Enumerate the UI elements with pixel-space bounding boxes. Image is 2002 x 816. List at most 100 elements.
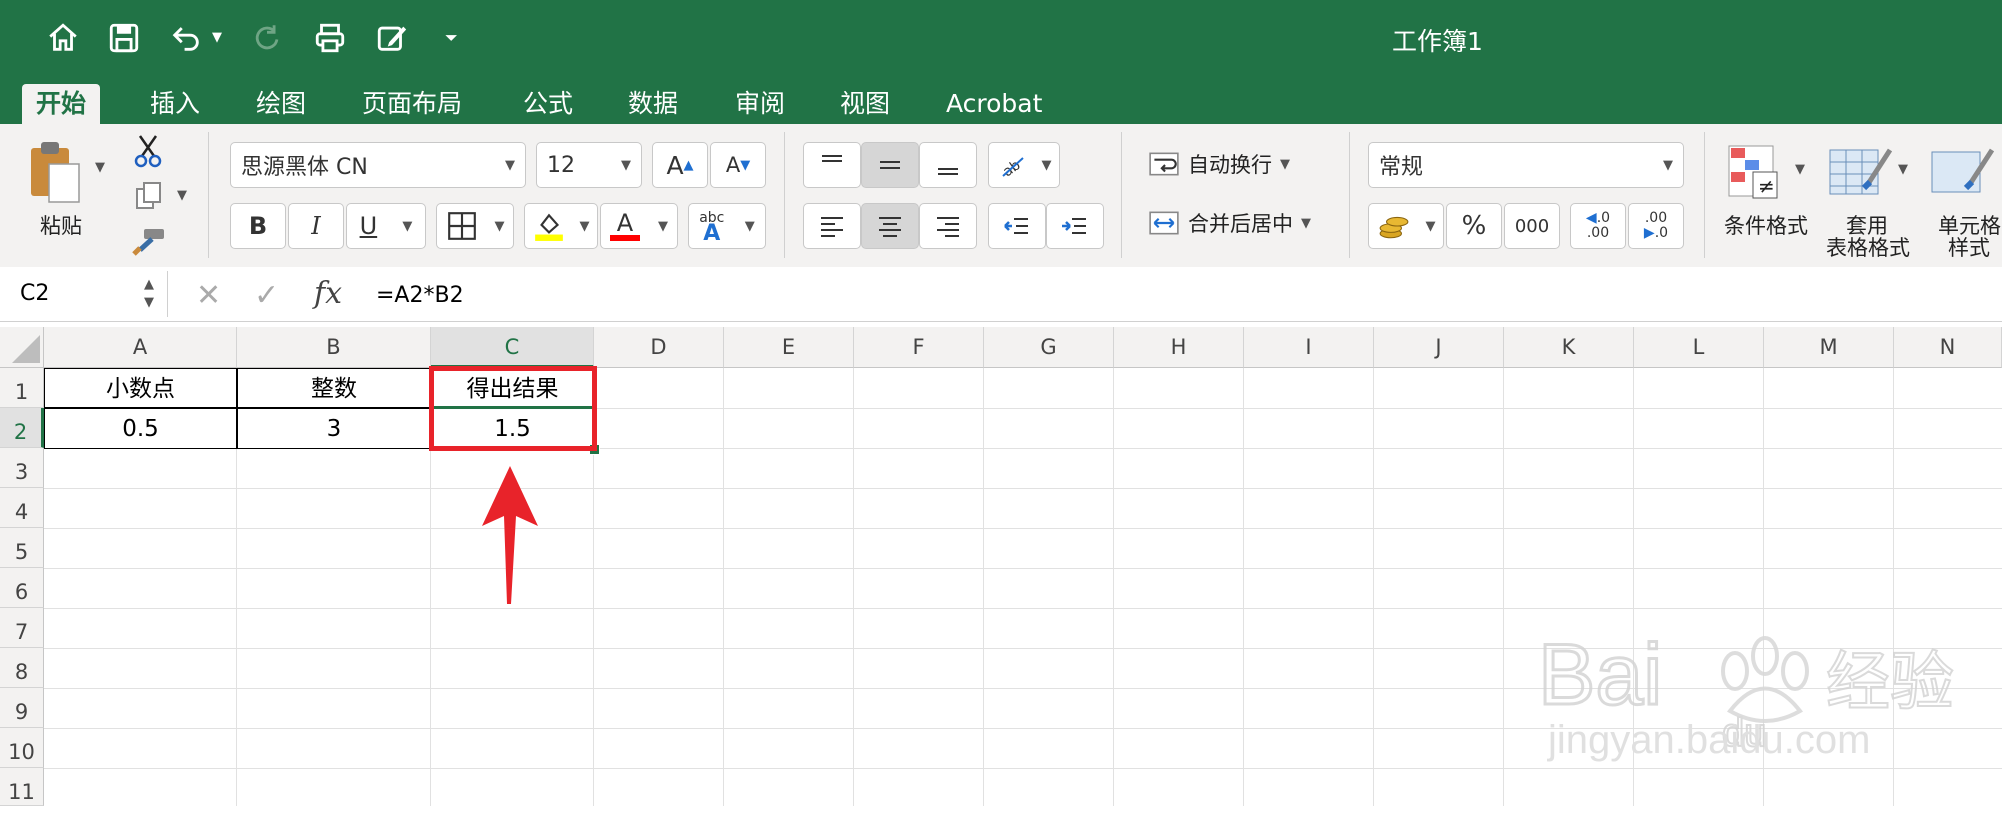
tab-draw[interactable]: 绘图 <box>242 84 320 124</box>
increase-indent-button[interactable] <box>1046 203 1104 249</box>
cell-styles-icon[interactable] <box>1930 144 1995 202</box>
column-header-k[interactable]: K <box>1504 327 1634 368</box>
underline-button[interactable]: U ▼ <box>346 203 426 249</box>
number-format-select[interactable]: 常规 ▼ <box>1368 142 1684 188</box>
column-header-g[interactable]: G <box>984 327 1114 368</box>
chevron-down-icon: ▼ <box>1280 156 1290 172</box>
select-all-corner[interactable] <box>0 327 44 368</box>
align-bottom-button[interactable] <box>919 142 977 188</box>
column-header-i[interactable]: I <box>1244 327 1374 368</box>
paste-dropdown-icon[interactable]: ▼ <box>95 160 105 175</box>
align-center-button[interactable] <box>861 203 919 249</box>
tab-insert[interactable]: 插入 <box>136 84 214 124</box>
column-header-n[interactable]: N <box>1894 327 2002 368</box>
percent-button[interactable]: % <box>1446 203 1502 249</box>
print-icon[interactable] <box>310 18 350 58</box>
chevron-down-icon: ▼ <box>1041 157 1052 173</box>
column-header-d[interactable]: D <box>594 327 724 368</box>
row-header-1[interactable]: 1 <box>0 368 44 408</box>
column-header-c[interactable]: C <box>431 327 594 368</box>
tab-formulas[interactable]: 公式 <box>509 84 587 124</box>
font-size-select[interactable]: 12 ▼ <box>536 142 642 188</box>
align-left-button[interactable] <box>803 203 861 249</box>
borders-button[interactable]: ▼ <box>436 203 514 249</box>
ribbon-separator <box>784 132 785 258</box>
row-header-6[interactable]: 6 <box>0 568 44 608</box>
conditional-format-dropdown-icon[interactable]: ▼ <box>1795 162 1805 177</box>
accounting-format-button[interactable]: ▼ <box>1368 203 1444 249</box>
column-header-a[interactable]: A <box>44 327 237 368</box>
row-header-2[interactable]: 2 <box>0 408 44 448</box>
align-middle-button[interactable] <box>861 142 919 188</box>
tab-data[interactable]: 数据 <box>614 84 692 124</box>
row-header-4[interactable]: 4 <box>0 488 44 528</box>
insert-function-button[interactable]: fx <box>314 276 342 311</box>
cell-b2[interactable]: 3 <box>237 412 431 446</box>
save-icon[interactable] <box>104 18 144 58</box>
format-as-table-icon[interactable] <box>1828 144 1893 202</box>
row-header-10[interactable]: 10 <box>0 728 44 768</box>
decrease-font-button[interactable]: A ▼ <box>710 142 766 188</box>
customize-toolbar-icon[interactable]: ⏷ <box>445 28 458 48</box>
conditional-format-icon[interactable]: ≠ <box>1727 144 1787 202</box>
svg-text:≠: ≠ <box>1758 174 1775 198</box>
tab-acrobat[interactable]: Acrobat <box>932 84 1056 124</box>
column-header-m[interactable]: M <box>1764 327 1894 368</box>
paste-label: 粘贴 <box>40 214 82 238</box>
copy-dropdown-icon[interactable]: ▼ <box>177 188 187 203</box>
paste-icon[interactable] <box>25 138 85 204</box>
formula-input[interactable]: =A2*B2 <box>360 278 2002 314</box>
format-as-table-dropdown-icon[interactable]: ▼ <box>1898 162 1908 177</box>
increase-decimal-button[interactable]: ◀.0 .00 <box>1570 203 1626 249</box>
italic-button[interactable]: I <box>288 203 344 249</box>
cut-icon[interactable] <box>132 134 164 168</box>
tab-review[interactable]: 审阅 <box>721 84 799 124</box>
edit-sheet-icon[interactable] <box>372 18 412 58</box>
column-header-f[interactable]: F <box>854 327 984 368</box>
home-icon[interactable] <box>43 18 83 58</box>
copy-icon[interactable] <box>134 180 164 210</box>
row-header-3[interactable]: 3 <box>0 448 44 488</box>
phonetic-button[interactable]: abc A ▼ <box>688 203 766 249</box>
font-name-select[interactable]: 思源黑体 CN ▼ <box>230 142 526 188</box>
row-header-5[interactable]: 5 <box>0 528 44 568</box>
undo-icon[interactable] <box>166 18 206 58</box>
column-header-e[interactable]: E <box>724 327 854 368</box>
align-bottom-icon <box>938 168 958 175</box>
merge-center-button[interactable]: 合并后居中 ▼ <box>1148 207 1311 239</box>
name-box[interactable]: C2 <box>0 271 168 317</box>
decrease-decimal-button[interactable]: .00 ▶.0 <box>1628 203 1684 249</box>
wrap-text-button[interactable]: 自动换行 ▼ <box>1148 148 1290 180</box>
name-box-stepper-icon[interactable]: ▲ ▼ <box>144 276 154 312</box>
row-header-9[interactable]: 9 <box>0 688 44 728</box>
column-header-l[interactable]: L <box>1634 327 1764 368</box>
increase-font-button[interactable]: A ▲ <box>652 142 708 188</box>
cell-a1[interactable]: 小数点 <box>44 372 237 406</box>
bold-button[interactable]: B <box>230 203 286 249</box>
comma-style-button[interactable]: 000 <box>1504 203 1560 249</box>
undo-dropdown-icon[interactable]: ▼ <box>212 30 222 45</box>
svg-text:Bai: Bai <box>1538 627 1662 723</box>
column-header-h[interactable]: H <box>1114 327 1244 368</box>
column-header-j[interactable]: J <box>1374 327 1504 368</box>
tab-view[interactable]: 视图 <box>826 84 904 124</box>
cell-b1[interactable]: 整数 <box>237 372 431 406</box>
font-color-button[interactable]: A ▼ <box>600 203 678 249</box>
row-header-7[interactable]: 7 <box>0 608 44 648</box>
decrease-indent-button[interactable] <box>988 203 1046 249</box>
orientation-button[interactable]: ab ▼ <box>988 142 1060 188</box>
fill-bucket-icon <box>534 213 563 241</box>
merge-center-icon <box>1149 211 1179 235</box>
orientation-icon: ab <box>1000 157 1024 180</box>
annotation-arrow-icon <box>480 466 540 606</box>
align-right-button[interactable] <box>919 203 977 249</box>
row-header-11[interactable]: 11 <box>0 768 44 806</box>
cell-a2[interactable]: 0.5 <box>44 412 237 446</box>
column-header-b[interactable]: B <box>237 327 431 368</box>
tab-home[interactable]: 开始 <box>22 84 101 124</box>
tab-page-layout[interactable]: 页面布局 <box>348 84 476 124</box>
format-painter-icon[interactable] <box>132 226 166 256</box>
row-header-8[interactable]: 8 <box>0 648 44 688</box>
fill-color-button[interactable]: ▼ <box>524 203 598 249</box>
align-top-button[interactable] <box>803 142 861 188</box>
